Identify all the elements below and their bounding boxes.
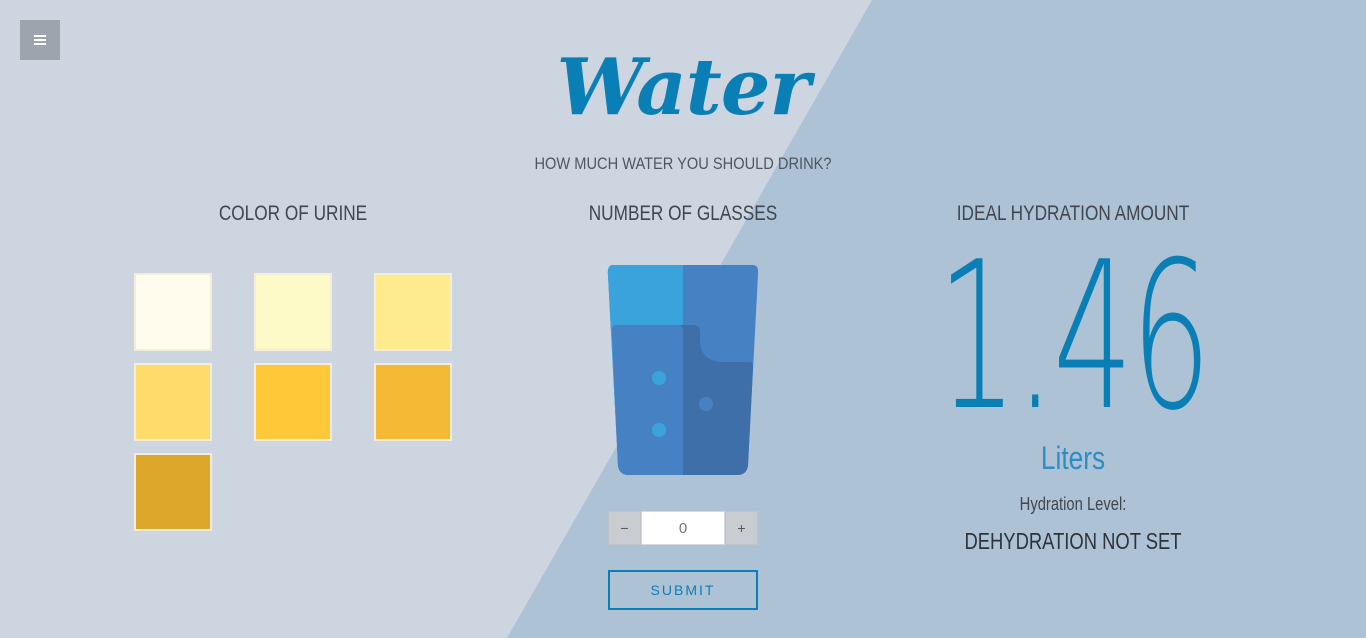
urine-color-swatch[interactable] [134,453,212,531]
hydration-amount: 1.46 [937,219,1211,456]
glasses-count-input[interactable] [641,511,725,545]
urine-color-swatch[interactable] [134,363,212,441]
urine-color-swatch[interactable] [374,273,452,351]
urine-color-heading: COLOR OF URINE [218,202,368,225]
app-subtitle: HOW MUCH WATER YOU SHOULD DRINK? [534,154,832,173]
glasses-stepper: − + [608,511,758,545]
urine-color-swatch[interactable] [254,273,332,351]
submit-button[interactable]: SUBMIT [608,570,758,610]
hydration-level-label: Hydration Level: [1019,494,1127,514]
urine-color-swatch[interactable] [254,363,332,441]
hydration-unit: Liters [1040,440,1106,476]
hydration-level-value: DEHYDRATION NOT SET [964,528,1182,554]
number-of-glasses-heading: NUMBER OF GLASSES [588,202,778,225]
app-title: Water [556,42,810,133]
urine-color-swatch[interactable] [134,273,212,351]
decrement-button[interactable]: − [608,511,641,545]
increment-button[interactable]: + [725,511,758,545]
urine-color-swatch[interactable] [374,363,452,441]
water-glass-icon [607,265,759,475]
